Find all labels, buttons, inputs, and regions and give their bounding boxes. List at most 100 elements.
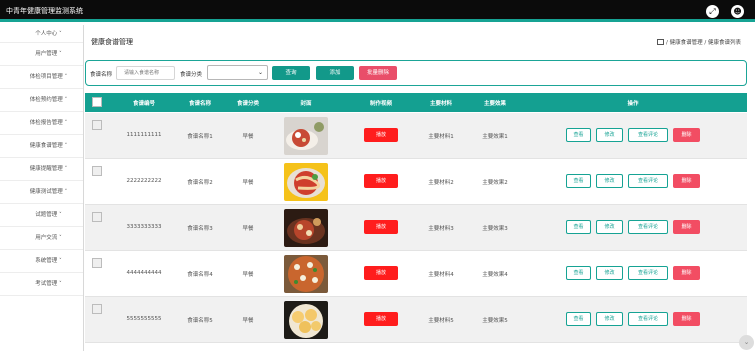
recipe-cover-image[interactable]	[284, 209, 328, 247]
recipe-category: 早餐	[242, 272, 254, 278]
table-row: 5555555555 食谱名称5 早餐 播放 主要材料5 主要效果5 查看 修改…	[85, 297, 747, 343]
header-effect: 主要效果	[483, 101, 506, 107]
view-button[interactable]: 查看	[566, 312, 591, 326]
recipe-effect: 主要效果5	[482, 318, 508, 324]
sidebar: 个人中心 ˅ 用户管理 ˅ 体检项目管理 ˅ 体检预约管理 ˅ 体检报告管理 ˅…	[0, 25, 84, 351]
recipe-materials: 主要材料1	[428, 134, 454, 140]
play-video-button[interactable]: 播放	[364, 266, 398, 280]
sidebar-item-user-management[interactable]: 用户管理 ˅	[0, 43, 83, 66]
recipe-code: 2222222222	[126, 178, 162, 184]
view-button[interactable]: 查看	[566, 266, 591, 280]
header-cover: 封面	[300, 101, 312, 107]
play-video-button[interactable]: 播放	[364, 312, 398, 326]
header-actions: 操作	[627, 101, 639, 107]
view-comments-button[interactable]: 查看评论	[628, 174, 668, 188]
recipe-category: 早餐	[242, 134, 254, 140]
view-comments-button[interactable]: 查看评论	[628, 312, 668, 326]
recipe-category: 早餐	[242, 226, 254, 232]
chevron-down-icon: ⌄	[257, 69, 263, 76]
header-materials: 主要材料	[429, 101, 452, 107]
view-button[interactable]: 查看	[566, 174, 591, 188]
sidebar-item-health-test-management[interactable]: 健康测试管理 ˅	[0, 181, 83, 204]
recipe-effect: 主要效果2	[482, 180, 508, 186]
play-video-button[interactable]: 播放	[364, 174, 398, 188]
user-icon[interactable]: ☻	[731, 5, 744, 18]
sidebar-item-system-management[interactable]: 系统管理 ˅	[0, 250, 83, 273]
row-checkbox[interactable]	[92, 166, 102, 176]
delete-button[interactable]: 删除	[673, 266, 700, 280]
recipe-code: 5555555555	[126, 316, 162, 322]
add-button[interactable]: 添加	[316, 66, 354, 80]
recipe-materials: 主要材料2	[428, 180, 454, 186]
delete-button[interactable]: 删除	[673, 312, 700, 326]
main-content: 健康食谱管理 / 健康食谱管理 / 健康食谱列表 食谱名称 食谱分类 ⌄ 查询 …	[85, 25, 755, 351]
breadcrumb: / 健康食谱管理 / 健康食谱列表	[657, 38, 741, 46]
sidebar-item-exam-management[interactable]: 考试管理 ˅	[0, 273, 83, 296]
recipe-materials: 主要材料5	[428, 318, 454, 324]
app-title: 中青年健康管理监测系统	[6, 7, 83, 15]
view-button[interactable]: 查看	[566, 220, 591, 234]
recipe-code: 1111111111	[126, 132, 162, 138]
sidebar-item-personal-center[interactable]: 个人中心 ˅	[0, 25, 83, 43]
fullscreen-icon[interactable]: ⤢	[706, 5, 719, 18]
sidebar-item-exam-item-management[interactable]: 体检项目管理 ˅	[0, 66, 83, 89]
sidebar-item-health-recipe-management[interactable]: 健康食谱管理 ˅	[0, 135, 83, 158]
sidebar-item-exam-report-management[interactable]: 体检报告管理 ˅	[0, 112, 83, 135]
recipe-category-select[interactable]: ⌄	[207, 65, 268, 80]
recipe-category: 早餐	[242, 180, 254, 186]
view-comments-button[interactable]: 查看评论	[628, 266, 668, 280]
view-comments-button[interactable]: 查看评论	[628, 220, 668, 234]
search-panel: 食谱名称 食谱分类 ⌄ 查询 添加 批量删除	[85, 60, 747, 86]
recipe-materials: 主要材料4	[428, 272, 454, 278]
edit-button[interactable]: 修改	[596, 128, 623, 142]
recipe-materials: 主要材料3	[428, 226, 454, 232]
recipe-effect: 主要效果3	[482, 226, 508, 232]
view-button[interactable]: 查看	[566, 128, 591, 142]
edit-button[interactable]: 修改	[596, 220, 623, 234]
table-row: 1111111111 食谱名称1 早餐 播放 主要材料1 主要效果1 查看 修改…	[85, 113, 747, 159]
recipe-name-input[interactable]	[116, 66, 175, 80]
edit-button[interactable]: 修改	[596, 174, 623, 188]
home-icon[interactable]	[657, 38, 665, 45]
table-row: 3333333333 食谱名称3 早餐 播放 主要材料3 主要效果3 查看 修改…	[85, 205, 747, 251]
row-checkbox[interactable]	[92, 212, 102, 222]
recipe-name-label: 食谱名称	[90, 72, 113, 78]
view-comments-button[interactable]: 查看评论	[628, 128, 668, 142]
recipe-cover-image[interactable]	[284, 255, 328, 293]
sidebar-item-exam-booking-management[interactable]: 体检预约管理 ˅	[0, 89, 83, 112]
edit-button[interactable]: 修改	[596, 266, 623, 280]
table-header: 食谱编号 食谱名称 食谱分类 封面 制作视频 主要材料 主要效果 操作	[85, 93, 747, 112]
scroll-down-icon[interactable]: ⌄	[739, 335, 754, 350]
delete-button[interactable]: 删除	[673, 174, 700, 188]
table-row: 2222222222 食谱名称2 早餐 播放 主要材料2 主要效果2 查看 修改…	[85, 159, 747, 205]
play-video-button[interactable]: 播放	[364, 128, 398, 142]
row-checkbox[interactable]	[92, 120, 102, 130]
recipe-category-label: 食谱分类	[180, 72, 203, 78]
sidebar-item-user-chat[interactable]: 用户交流 ˅	[0, 227, 83, 250]
header-recipe-category[interactable]: 食谱分类	[220, 99, 276, 107]
sidebar-item-health-reminder-management[interactable]: 健康提醒管理 ˅	[0, 158, 83, 181]
recipe-cover-image[interactable]	[284, 117, 328, 155]
table-row: 4444444444 食谱名称4 早餐 播放 主要材料4 主要效果4 查看 修改…	[85, 251, 747, 297]
breadcrumb-text[interactable]: / 健康食谱管理 / 健康食谱列表	[666, 40, 741, 46]
header-recipe-code[interactable]: 食谱编号	[115, 99, 173, 107]
row-checkbox[interactable]	[92, 304, 102, 314]
delete-button[interactable]: 删除	[673, 128, 700, 142]
recipe-code: 3333333333	[126, 224, 162, 230]
recipe-cover-image[interactable]	[284, 163, 328, 201]
recipe-code: 4444444444	[126, 270, 162, 276]
edit-button[interactable]: 修改	[596, 312, 623, 326]
page-title: 健康食谱管理	[91, 38, 133, 46]
recipe-table: 食谱编号 食谱名称 食谱分类 封面 制作视频 主要材料 主要效果 操作 1111…	[85, 93, 747, 351]
batch-delete-button[interactable]: 批量删除	[359, 66, 397, 80]
query-button[interactable]: 查询	[272, 66, 310, 80]
select-all-checkbox[interactable]	[92, 97, 102, 107]
recipe-category: 早餐	[242, 318, 254, 324]
play-video-button[interactable]: 播放	[364, 220, 398, 234]
sidebar-item-question-management[interactable]: 试题管理 ˅	[0, 204, 83, 227]
row-checkbox[interactable]	[92, 258, 102, 268]
recipe-effect: 主要效果4	[482, 272, 508, 278]
delete-button[interactable]: 删除	[673, 220, 700, 234]
recipe-effect: 主要效果1	[482, 134, 508, 140]
recipe-cover-image[interactable]	[284, 301, 328, 339]
